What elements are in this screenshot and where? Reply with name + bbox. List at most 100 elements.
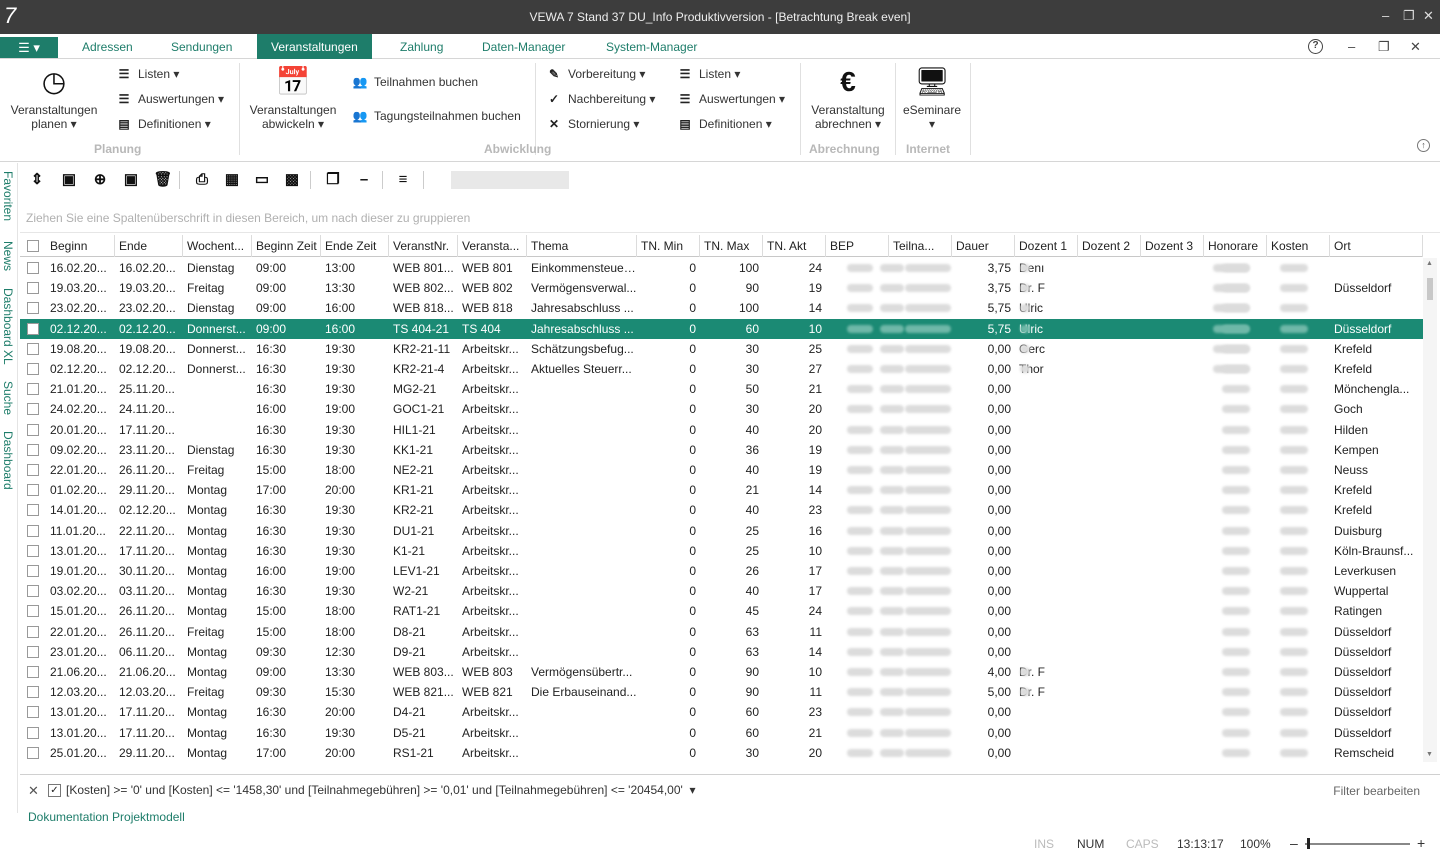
ribbon-minimize-icon[interactable]: – — [1348, 39, 1355, 54]
column-header[interactable]: Beginn — [46, 235, 115, 257]
help-icon[interactable]: ? — [1308, 39, 1323, 54]
clear-filter-icon[interactable]: ✕ — [28, 783, 39, 799]
sidebar-item-dashboard-xl[interactable]: Dashboard XL — [1, 288, 15, 365]
excel-export-icon[interactable]: ▦ — [221, 169, 243, 191]
copy-view-icon[interactable]: ❐ — [322, 169, 344, 191]
row-checkbox[interactable] — [27, 322, 39, 335]
table-row[interactable]: 12.03.20... 12.03.20... Freitag 09:30 15:30 W… — [20, 682, 1423, 702]
restore-icon[interactable]: ❐ — [1403, 8, 1415, 24]
table-row[interactable]: 13.01.20... 17.11.20... Montag 16:30 19:30 D5… — [20, 723, 1423, 743]
table-row[interactable]: 21.06.20... 21.06.20... Montag 09:00 13:30 WE… — [20, 662, 1423, 682]
table-row[interactable]: 19.08.20... 19.08.20... Donnerst... 16:30 19… — [20, 339, 1423, 359]
app-menu-button[interactable]: ☰ ▾ — [0, 37, 58, 58]
zoom-slider-thumb[interactable] — [1307, 838, 1310, 849]
close-icon[interactable]: ✕ — [1423, 8, 1434, 24]
row-checkbox[interactable] — [27, 666, 39, 678]
table-row[interactable]: 22.01.20... 26.11.20... Freitag 15:00 18:00 N… — [20, 460, 1423, 480]
save-as-icon[interactable]: ▣ — [120, 169, 142, 191]
column-header[interactable]: Dozent 2 — [1078, 235, 1141, 257]
table-row[interactable]: 20.01.20... 17.11.20... 16:30 19:30 HIL1-21 A… — [20, 420, 1423, 440]
table-row[interactable]: 23.01.20... 06.11.20... Montag 09:30 12:30 D9… — [20, 642, 1423, 662]
tab-daten-manager[interactable]: Daten-Manager — [482, 34, 565, 59]
column-header[interactable]: Teilna... — [889, 235, 952, 257]
row-checkbox[interactable] — [27, 443, 39, 456]
table-row[interactable]: 01.02.20... 29.11.20... Montag 17:00 20:00 KR… — [20, 480, 1423, 500]
sidebar-item-news[interactable]: News — [1, 241, 15, 271]
table-row[interactable]: 02.12.20... 02.12.20... Donnerst... 16:30 19… — [20, 359, 1423, 379]
print-icon[interactable]: ⎙ — [191, 169, 213, 191]
table-row[interactable]: 15.01.20... 26.11.20... Montag 15:00 18:00 RA… — [20, 601, 1423, 621]
row-checkbox[interactable] — [27, 726, 39, 739]
column-header[interactable]: TN. Min — [637, 235, 700, 257]
row-checkbox[interactable] — [27, 464, 39, 476]
nachbereitung-menu[interactable]: ✓ Nachbereitung ▾ — [546, 89, 655, 109]
filter-icon[interactable]: ≡ — [392, 169, 414, 191]
tab-adressen[interactable]: Adressen — [82, 34, 133, 59]
veranstaltung-abrechnen-button[interactable]: € Veranstaltung abrechnen ▾ — [806, 65, 890, 131]
column-header[interactable]: TN. Akt — [763, 235, 826, 257]
zoom-in-icon[interactable]: + — [1417, 835, 1425, 851]
table-row[interactable]: 03.02.20... 03.11.20... Montag 16:30 19:30 W2… — [20, 581, 1423, 601]
zoom-out-icon[interactable]: – — [1290, 835, 1298, 851]
column-header[interactable]: Dauer — [952, 235, 1015, 257]
listen2-menu[interactable]: ☰ Listen ▾ — [677, 64, 741, 84]
veranstaltungen-abwickeln-button[interactable]: 📅 Veranstaltungen abwickeln ▾ — [246, 65, 340, 131]
veranstaltungen-planen-button[interactable]: ◷ Veranstaltungen planen ▾ — [6, 65, 102, 131]
table-row[interactable]: 21.01.20... 25.11.20... 16:30 19:30 MG2-21 Ar… — [20, 379, 1423, 399]
filter-edit-link[interactable]: Filter bearbeiten — [1333, 784, 1420, 798]
preview-icon[interactable]: ▩ — [281, 169, 303, 191]
row-checkbox[interactable] — [27, 706, 39, 719]
table-row[interactable]: 11.01.20... 22.11.20... Montag 16:30 19:30 DU… — [20, 521, 1423, 541]
table-row[interactable]: 23.02.20... 23.02.20... Dienstag 09:00 16:00… — [20, 298, 1423, 318]
column-header[interactable]: Veransta... — [458, 235, 527, 257]
table-row[interactable]: 02.12.20... 02.12.20... Donnerst... 09:00 16… — [20, 318, 1423, 339]
search-input[interactable] — [451, 171, 569, 189]
row-checkbox[interactable] — [27, 262, 39, 274]
sidebar-item-suche[interactable]: Suche — [1, 381, 15, 415]
row-checkbox[interactable] — [27, 342, 39, 355]
filter-expression[interactable]: [Kosten] >= '0' und [Kosten] <= '1458,30… — [66, 783, 696, 797]
column-header[interactable]: Dozent 3 — [1141, 235, 1204, 257]
row-checkbox[interactable] — [27, 524, 39, 537]
row-checkbox[interactable] — [27, 383, 39, 396]
select-all-checkbox[interactable] — [27, 240, 39, 252]
table-row[interactable]: 13.01.20... 17.11.20... Montag 16:30 19:30 K1… — [20, 541, 1423, 561]
expand-collapse-icon[interactable]: ⇕ — [26, 169, 48, 191]
vorbereitung-menu[interactable]: ✎ Vorbereitung ▾ — [546, 64, 645, 84]
tagungsteilnahmen-buchen-button[interactable]: 👥 Tagungsteilnahmen buchen — [352, 106, 521, 126]
column-header[interactable]: TN. Max — [700, 235, 763, 257]
column-header[interactable]: BEP — [826, 235, 889, 257]
table-row[interactable]: 19.01.20... 30.11.20... Montag 16:00 19:00 LE… — [20, 561, 1423, 581]
auswertungen2-menu[interactable]: ☰ Auswertungen ▾ — [677, 89, 785, 109]
ribbon-restore-icon[interactable]: ❐ — [1378, 39, 1390, 55]
column-header[interactable]: Honorare — [1204, 235, 1267, 257]
column-header[interactable]: Ende — [115, 235, 183, 257]
scroll-down-icon[interactable]: ▼ — [1426, 751, 1433, 758]
row-checkbox[interactable] — [27, 625, 39, 638]
column-header[interactable]: Wochent... — [183, 235, 252, 257]
column-header[interactable]: Kosten — [1267, 235, 1330, 257]
sidebar-item-favoriten[interactable]: Favoriten — [1, 171, 15, 221]
row-checkbox[interactable] — [27, 504, 39, 517]
row-checkbox[interactable] — [27, 282, 39, 295]
row-checkbox[interactable] — [27, 302, 39, 315]
column-header[interactable]: Ende Zeit — [321, 235, 389, 257]
definitionen-menu[interactable]: ▤ Definitionen ▾ — [116, 114, 210, 134]
table-row[interactable]: 22.01.20... 26.11.20... Freitag 15:00 18:00 D… — [20, 622, 1423, 642]
stornierung-menu[interactable]: ✕ Stornierung ▾ — [546, 114, 639, 134]
definitionen2-menu[interactable]: ▤ Definitionen ▾ — [677, 114, 771, 134]
zoom-slider[interactable] — [1305, 843, 1410, 845]
column-header[interactable]: VeranstNr. — [389, 235, 458, 257]
row-checkbox[interactable] — [27, 363, 39, 375]
vertical-scrollbar[interactable]: ▲ ▼ — [1423, 258, 1437, 762]
row-checkbox[interactable] — [27, 403, 39, 416]
table-row[interactable]: 24.02.20... 24.11.20... 16:00 19:00 GOC1-21 A… — [20, 399, 1423, 419]
table-row[interactable]: 25.01.20... 29.11.20... Montag 17:00 20:00 RS… — [20, 743, 1423, 762]
delete-icon[interactable]: 🗑 — [152, 169, 174, 191]
documentation-link[interactable]: Dokumentation Projektmodell — [28, 810, 185, 824]
row-checkbox[interactable] — [27, 423, 39, 436]
sidebar-item-dashboard[interactable]: Dashboard — [1, 431, 15, 490]
tab-veranstaltungen[interactable]: Veranstaltungen — [257, 34, 372, 59]
tab-zahlung[interactable]: Zahlung — [400, 34, 443, 59]
column-header[interactable]: Dozent 1 — [1015, 235, 1078, 257]
